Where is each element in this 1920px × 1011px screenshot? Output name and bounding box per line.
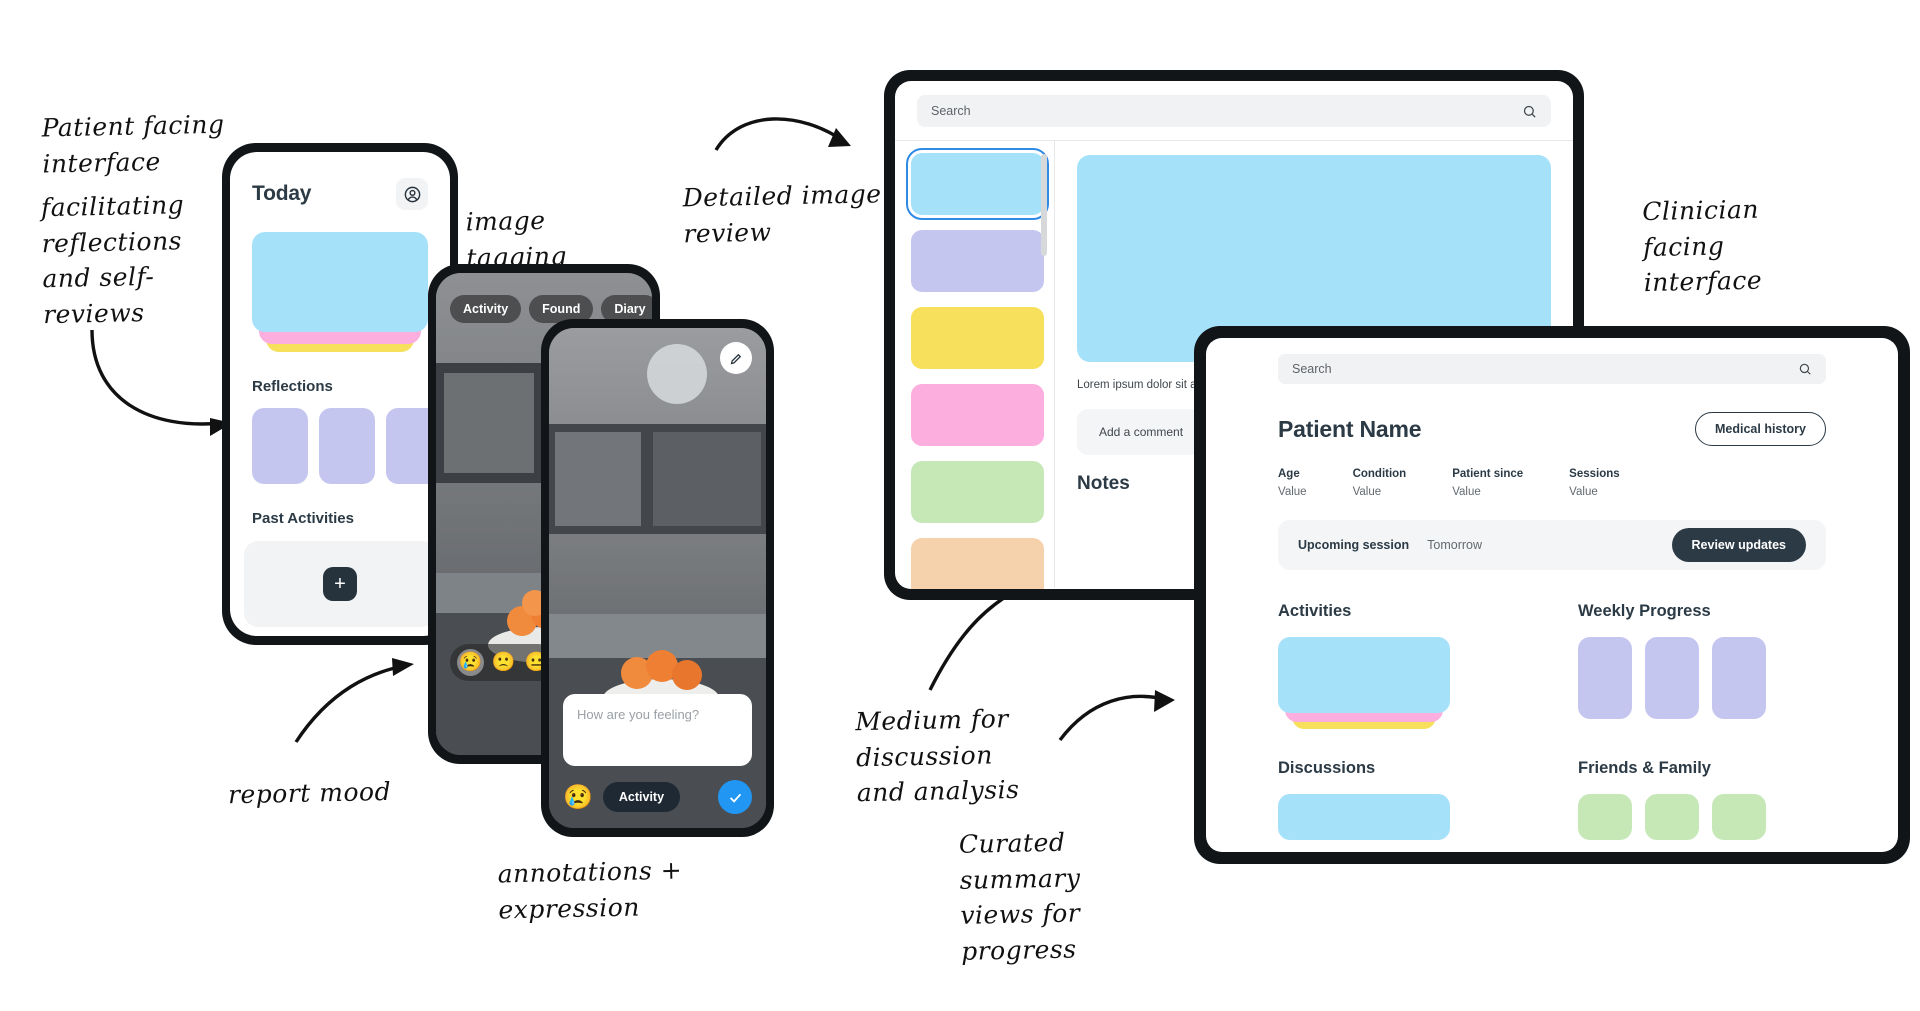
tablet-clinician-screen: Search Patient Name Medical history Age … bbox=[1206, 338, 1898, 852]
annotation-detailed-image-review: Detailed image review bbox=[682, 179, 882, 248]
stat-value: Value bbox=[1569, 486, 1598, 498]
stat-label: Age bbox=[1278, 468, 1300, 480]
activity-tag-button[interactable]: Activity bbox=[602, 782, 681, 812]
search-icon[interactable] bbox=[1798, 362, 1812, 376]
activities-section: Activities bbox=[1278, 602, 1526, 729]
phone-annotation-screen: How are you feeling? 😢 Activity bbox=[549, 328, 766, 828]
frowning-face-emoji[interactable]: 🙁 bbox=[490, 649, 517, 676]
add-activity-button[interactable]: + bbox=[323, 567, 357, 601]
search-input[interactable]: Search bbox=[1278, 354, 1826, 384]
annotation-curated-summary: Curated summary views for progress bbox=[958, 827, 1081, 966]
note-action-row: 😢 Activity bbox=[563, 780, 752, 814]
activities-title: Activities bbox=[1278, 602, 1352, 620]
search-input[interactable]: Search bbox=[917, 95, 1551, 127]
annotation-report-mood: report mood bbox=[227, 776, 392, 810]
dashboard-grid: Activities Weekly Progress Discussions F… bbox=[1278, 602, 1826, 840]
weekly-progress-title: Weekly Progress bbox=[1578, 602, 1711, 620]
friends-family-section: Friends & Family bbox=[1578, 759, 1826, 840]
patient-header: Patient Name Medical history bbox=[1278, 412, 1826, 446]
discussions-title: Discussions bbox=[1278, 759, 1376, 777]
past-activities-panel: + bbox=[244, 541, 436, 627]
reflection-card[interactable] bbox=[252, 408, 308, 484]
stat-label: Sessions bbox=[1569, 468, 1620, 480]
patient-name: Patient Name bbox=[1278, 415, 1422, 442]
stack-card-top bbox=[252, 232, 428, 332]
phone-today-device: Today Reflections Past Activities + bbox=[222, 143, 458, 645]
weekly-progress-section: Weekly Progress bbox=[1578, 602, 1826, 729]
crying-face-emoji[interactable]: 😢 bbox=[563, 783, 593, 812]
family-card[interactable] bbox=[1712, 794, 1766, 840]
feeling-input[interactable]: How are you feeling? bbox=[563, 694, 752, 766]
medical-history-button[interactable]: Medical history bbox=[1695, 412, 1826, 446]
thumbnail-item[interactable] bbox=[911, 230, 1044, 292]
stat-label: Condition bbox=[1352, 468, 1407, 480]
family-cards bbox=[1578, 794, 1826, 840]
stat-condition: Condition Value bbox=[1353, 468, 1407, 498]
crying-face-emoji[interactable]: 😢 bbox=[457, 649, 484, 676]
session-value: Tomorrow bbox=[1427, 538, 1483, 552]
pencil-icon[interactable] bbox=[720, 342, 752, 374]
thumbnail-sidebar bbox=[895, 141, 1055, 589]
family-card[interactable] bbox=[1645, 794, 1699, 840]
thumbnail-item[interactable] bbox=[906, 148, 1049, 220]
stat-value: Value bbox=[1278, 486, 1307, 498]
stat-value: Value bbox=[1352, 486, 1382, 498]
annotation-clinician-facing: Clinician facing interface bbox=[1641, 194, 1763, 298]
annotation-medium-discussion: Medium for discussion and analysis bbox=[854, 704, 1020, 808]
stack-card-top bbox=[1278, 637, 1450, 713]
past-activities-title: Past Activities bbox=[252, 510, 354, 527]
progress-bar[interactable] bbox=[1712, 637, 1766, 719]
family-card[interactable] bbox=[1578, 794, 1632, 840]
check-icon[interactable] bbox=[718, 780, 752, 814]
session-label: Upcoming session bbox=[1298, 538, 1410, 552]
review-updates-button[interactable]: Review updates bbox=[1671, 528, 1806, 562]
stat-patient-since: Patient since Value bbox=[1452, 468, 1523, 498]
stat-label: Patient since bbox=[1452, 468, 1524, 480]
tag-pill-activity[interactable]: Activity bbox=[450, 295, 522, 323]
phone-today-header: Today bbox=[230, 152, 450, 210]
reflections-title: Reflections bbox=[252, 378, 333, 395]
mockup-canvas: Patient facing interface facilitating re… bbox=[0, 0, 1920, 1011]
phone-today-screen: Today Reflections Past Activities + bbox=[230, 152, 450, 636]
sidebar-scrollbar[interactable] bbox=[1041, 154, 1047, 256]
today-card-stack[interactable] bbox=[252, 232, 428, 352]
user-circle-icon[interactable] bbox=[396, 178, 428, 210]
stat-value: Value bbox=[1452, 486, 1481, 498]
progress-bar[interactable] bbox=[1578, 637, 1632, 719]
stat-sessions: Sessions Value bbox=[1569, 468, 1620, 498]
search-placeholder: Search bbox=[931, 104, 971, 118]
discussion-card[interactable] bbox=[1278, 794, 1450, 840]
search-placeholder: Search bbox=[1292, 362, 1332, 376]
patient-stats: Age Value Condition Value Patient since … bbox=[1278, 468, 1826, 498]
tablet-clinician-device: Search Patient Name Medical history Age … bbox=[1194, 326, 1910, 864]
reflection-card[interactable] bbox=[319, 408, 375, 484]
thumbnail-item[interactable] bbox=[911, 307, 1044, 369]
progress-bar[interactable] bbox=[1645, 637, 1699, 719]
upcoming-session-bar: Upcoming session Tomorrow Review updates bbox=[1278, 520, 1826, 570]
friends-family-title: Friends & Family bbox=[1578, 759, 1711, 777]
page-title: Today bbox=[252, 182, 312, 205]
feeling-placeholder: How are you feeling? bbox=[577, 707, 700, 722]
annotation-annotations-expression: annotations + expression bbox=[497, 855, 683, 924]
reflections-list bbox=[252, 408, 450, 484]
thumbnail-item[interactable] bbox=[911, 384, 1044, 446]
stat-age: Age Value bbox=[1278, 468, 1307, 498]
clinician-content: Patient Name Medical history Age Value C… bbox=[1206, 384, 1898, 840]
thumbnail-item[interactable] bbox=[911, 461, 1044, 523]
discussions-section: Discussions bbox=[1278, 759, 1526, 840]
phone-annotation-device: How are you feeling? 😢 Activity bbox=[541, 319, 774, 837]
search-icon[interactable] bbox=[1522, 104, 1537, 119]
activities-card-stack[interactable] bbox=[1278, 637, 1450, 729]
weekly-progress-bars bbox=[1578, 637, 1826, 719]
thumbnail-item[interactable] bbox=[911, 538, 1044, 589]
